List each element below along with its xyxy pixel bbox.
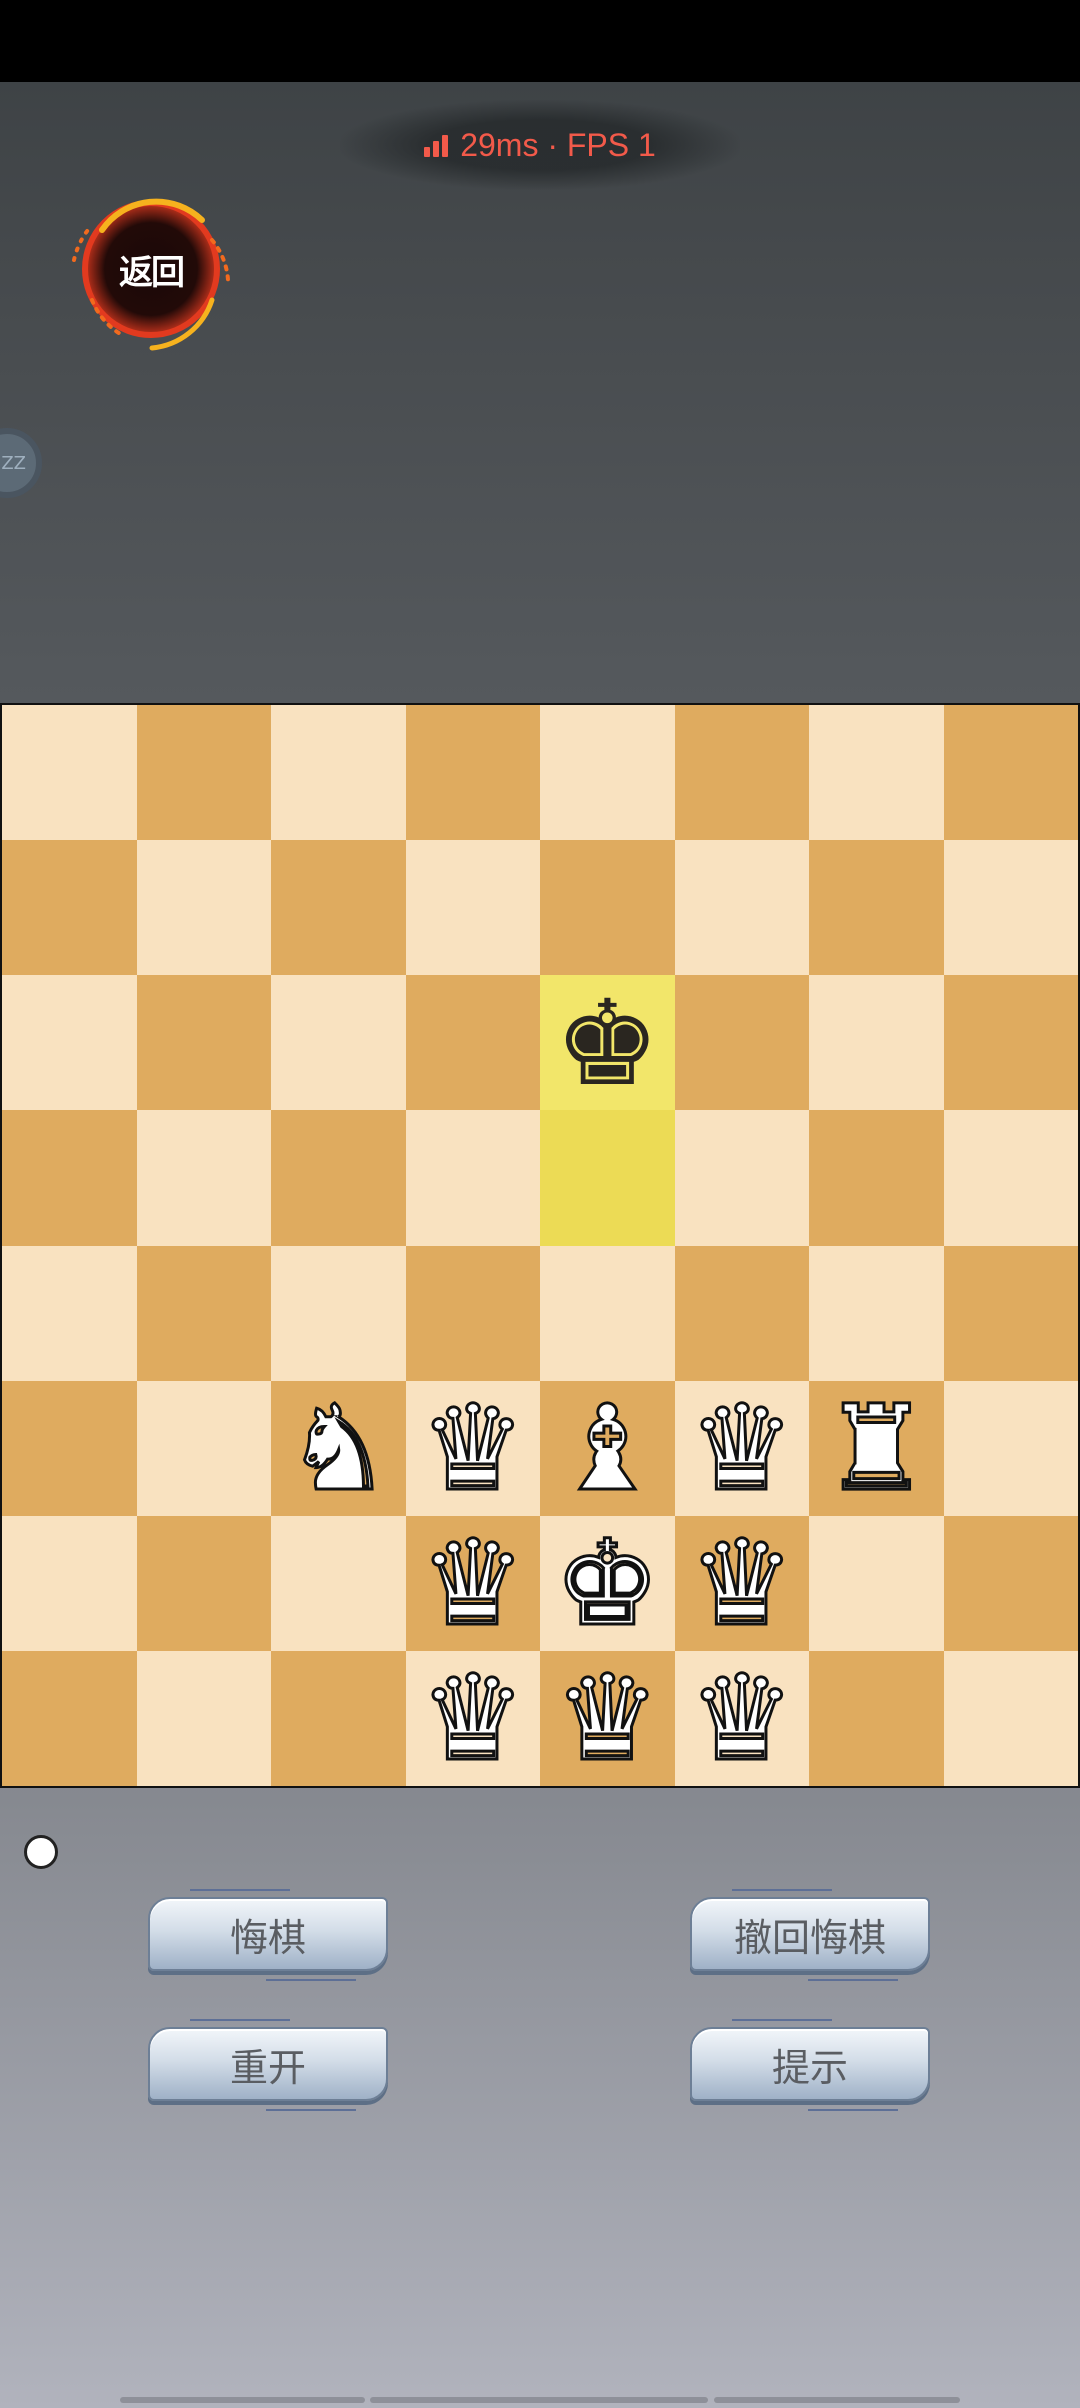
undo-button[interactable]: 悔棋 <box>148 1889 388 1981</box>
back-button[interactable]: 返回 <box>62 180 240 358</box>
square-c4[interactable] <box>271 1245 406 1381</box>
square-g6[interactable] <box>809 975 944 1111</box>
square-d5[interactable] <box>405 1110 540 1246</box>
square-f3[interactable]: ♛ <box>674 1380 809 1516</box>
square-f5[interactable] <box>674 1110 809 1246</box>
piece-e6[interactable]: ♚ <box>554 984 660 1102</box>
turn-indicator <box>24 1835 58 1869</box>
square-e3[interactable]: ♝ <box>540 1380 675 1516</box>
square-h1[interactable] <box>943 1650 1078 1786</box>
square-b4[interactable] <box>136 1245 271 1381</box>
piece-e2[interactable]: ♚ <box>553 1523 662 1644</box>
side-handle-label: ZZ <box>1 452 26 474</box>
chess-board[interactable]: ♚ ♞ ♛ ♝ ♛ ♜ ♛ ♚ ♛ ♛ ♛ ♛ <box>0 703 1080 1788</box>
square-g5[interactable] <box>809 1110 944 1246</box>
square-b5[interactable] <box>136 1110 271 1246</box>
piece-g3[interactable]: ♜ <box>822 1388 931 1509</box>
piece-e1[interactable]: ♛ <box>553 1658 662 1779</box>
square-a6[interactable] <box>2 975 137 1111</box>
square-c5[interactable] <box>271 1110 406 1246</box>
piece-c3[interactable]: ♞ <box>284 1388 393 1509</box>
status-bar <box>0 0 1080 82</box>
square-d1[interactable]: ♛ <box>405 1650 540 1786</box>
hint-button[interactable]: 提示 <box>690 2019 930 2111</box>
square-a3[interactable] <box>2 1380 137 1516</box>
square-h5[interactable] <box>943 1110 1078 1246</box>
piece-d3[interactable]: ♛ <box>418 1388 527 1509</box>
square-e6[interactable]: ♚ <box>540 975 675 1111</box>
square-g7[interactable] <box>809 840 944 976</box>
square-e5[interactable] <box>540 1110 675 1246</box>
latency-indicator: 29ms · FPS 1 <box>340 100 740 190</box>
square-g2[interactable] <box>809 1515 944 1651</box>
square-d8[interactable] <box>405 705 540 841</box>
latency-text: 29ms · FPS 1 <box>460 126 656 163</box>
square-c1[interactable] <box>271 1650 406 1786</box>
square-a5[interactable] <box>2 1110 137 1246</box>
square-h7[interactable] <box>943 840 1078 976</box>
piece-f2[interactable]: ♛ <box>687 1523 796 1644</box>
square-b6[interactable] <box>136 975 271 1111</box>
square-f6[interactable] <box>674 975 809 1111</box>
square-e2[interactable]: ♚ <box>540 1515 675 1651</box>
square-c3[interactable]: ♞ <box>271 1380 406 1516</box>
square-g8[interactable] <box>809 705 944 841</box>
square-a7[interactable] <box>2 840 137 976</box>
nav-segment <box>120 2397 365 2403</box>
floating-side-handle[interactable]: ZZ <box>0 428 42 498</box>
square-b2[interactable] <box>136 1515 271 1651</box>
nav-segment <box>714 2397 960 2403</box>
piece-f1[interactable]: ♛ <box>687 1658 796 1779</box>
square-g3[interactable]: ♜ <box>809 1380 944 1516</box>
square-h6[interactable] <box>943 975 1078 1111</box>
square-c7[interactable] <box>271 840 406 976</box>
square-h2[interactable] <box>943 1515 1078 1651</box>
square-c8[interactable] <box>271 705 406 841</box>
square-h4[interactable] <box>943 1245 1078 1381</box>
nav-segment <box>370 2397 708 2403</box>
square-f4[interactable] <box>674 1245 809 1381</box>
restart-button[interactable]: 重开 <box>148 2019 388 2111</box>
square-c2[interactable] <box>271 1515 406 1651</box>
square-h3[interactable] <box>943 1380 1078 1516</box>
square-b7[interactable] <box>136 840 271 976</box>
square-a4[interactable] <box>2 1245 137 1381</box>
piece-f3[interactable]: ♛ <box>687 1388 796 1509</box>
square-e1[interactable]: ♛ <box>540 1650 675 1786</box>
square-e7[interactable] <box>540 840 675 976</box>
piece-d1[interactable]: ♛ <box>418 1658 527 1779</box>
piece-e3[interactable]: ♝ <box>553 1388 662 1509</box>
square-b1[interactable] <box>136 1650 271 1786</box>
square-e8[interactable] <box>540 705 675 841</box>
square-c6[interactable] <box>271 975 406 1111</box>
square-g4[interactable] <box>809 1245 944 1381</box>
square-f2[interactable]: ♛ <box>674 1515 809 1651</box>
square-h8[interactable] <box>943 705 1078 841</box>
piece-d2[interactable]: ♛ <box>418 1523 527 1644</box>
square-f8[interactable] <box>674 705 809 841</box>
square-d4[interactable] <box>405 1245 540 1381</box>
square-f1[interactable]: ♛ <box>674 1650 809 1786</box>
back-label: 返回 <box>119 252 185 293</box>
square-a2[interactable] <box>2 1515 137 1651</box>
square-d3[interactable]: ♛ <box>405 1380 540 1516</box>
square-a8[interactable] <box>2 705 137 841</box>
square-d7[interactable] <box>405 840 540 976</box>
square-b8[interactable] <box>136 705 271 841</box>
square-f7[interactable] <box>674 840 809 976</box>
square-b3[interactable] <box>136 1380 271 1516</box>
square-a1[interactable] <box>2 1650 137 1786</box>
signal-bars-icon <box>424 133 449 157</box>
redo-undo-button[interactable]: 撤回悔棋 <box>690 1889 930 1981</box>
square-d6[interactable] <box>405 975 540 1111</box>
square-e4[interactable] <box>540 1245 675 1381</box>
square-d2[interactable]: ♛ <box>405 1515 540 1651</box>
square-g1[interactable] <box>809 1650 944 1786</box>
